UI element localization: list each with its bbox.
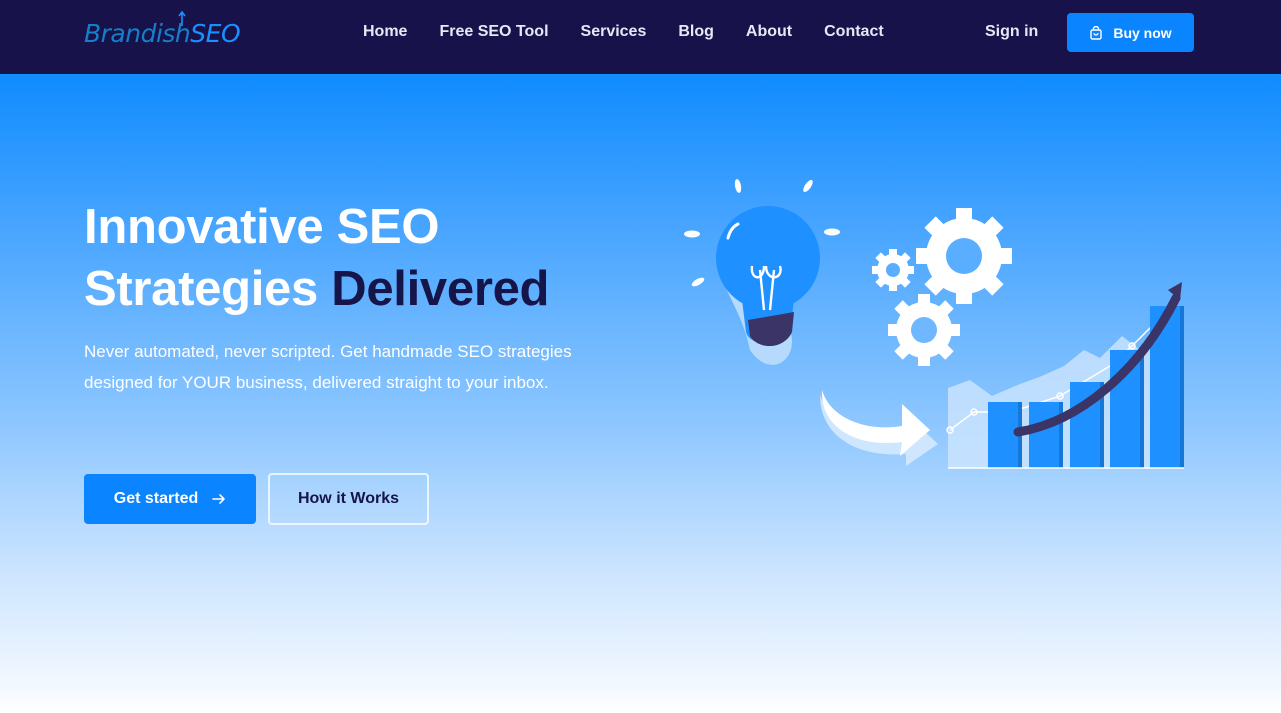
nav-contact[interactable]: Contact xyxy=(824,22,884,42)
hero-description: Never automated, never scripted. Get han… xyxy=(84,342,572,392)
shopping-bag-icon xyxy=(1090,25,1103,40)
hero-title-line1: Innovative SEO xyxy=(84,200,440,254)
gears-icon xyxy=(872,208,1012,366)
curved-arrow-icon xyxy=(820,390,938,466)
sign-in-link[interactable]: Sign in xyxy=(985,22,1038,42)
hero-title-highlight: Delivered xyxy=(331,262,550,316)
get-started-button[interactable]: Get started xyxy=(84,474,256,524)
get-started-label: Get started xyxy=(113,490,199,507)
nav-free-seo-tool[interactable]: Free SEO Tool xyxy=(439,22,548,42)
nav-blog[interactable]: Blog xyxy=(678,22,714,42)
lightbulb-icon xyxy=(716,206,820,365)
nav-about[interactable]: About xyxy=(746,22,792,42)
nav-home[interactable]: Home xyxy=(363,22,407,42)
how-it-works-label: How it Works xyxy=(297,490,400,507)
logo-text-seo: SEO xyxy=(190,19,241,48)
top-navbar: Brandish SEO Home Free SEO Tool Services … xyxy=(0,0,1281,74)
brand-logo[interactable]: Brandish SEO xyxy=(84,10,241,48)
buy-now-label: Buy now xyxy=(1113,24,1172,41)
nav-services[interactable]: Services xyxy=(581,22,647,42)
growth-chart-icon xyxy=(946,282,1184,469)
hero-title-line2a: Strategies xyxy=(84,262,332,316)
hero-title: Innovative SEO Strategies Delivered xyxy=(84,196,644,320)
logo-arrow-icon xyxy=(178,10,186,26)
buy-now-button[interactable]: Buy now xyxy=(1067,13,1194,52)
main-nav: Home Free SEO Tool Services Blog About C… xyxy=(363,22,884,42)
hero-illustration xyxy=(684,179,1184,469)
logo-text-brand: Brandish xyxy=(84,19,191,48)
arrow-right-icon xyxy=(212,494,226,504)
how-it-works-button[interactable]: How it Works xyxy=(268,473,429,525)
